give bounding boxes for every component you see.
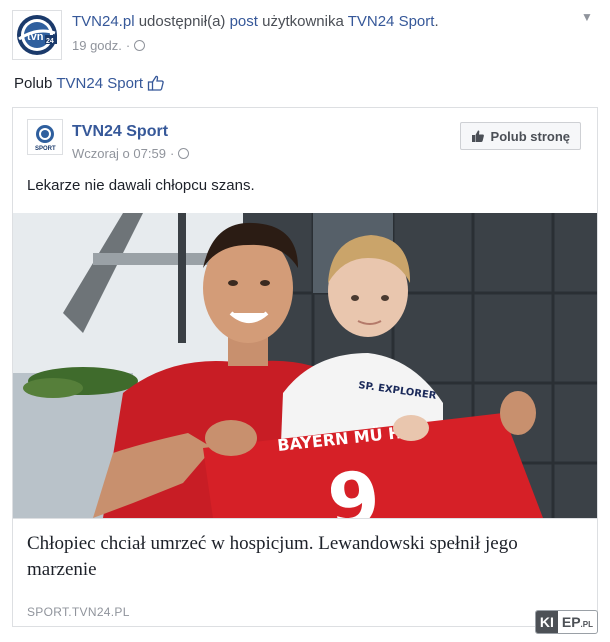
- sport-avatar-label: SPORT: [35, 146, 56, 152]
- shared-page-name[interactable]: TVN24 Sport: [72, 123, 168, 141]
- shared-post-time[interactable]: Wczoraj o 07:59: [72, 146, 166, 161]
- chevron-down-icon[interactable]: ▼: [578, 10, 596, 24]
- kiep-watermark: KI EP.PL: [534, 610, 598, 634]
- link-preview[interactable]: Chłopiec chciał umrzeć w hospicjum. Lewa…: [13, 518, 597, 626]
- svg-text:24: 24: [46, 38, 54, 45]
- article-photo[interactable]: SP. EXPLORER BAYERN MÜ HEN 9: [13, 213, 597, 518]
- user-prefix: użytkownika: [257, 13, 348, 30]
- watermark-suffix: .PL: [580, 620, 593, 629]
- like-page-link[interactable]: TVN24 Sport: [56, 75, 143, 92]
- post-link[interactable]: post: [230, 13, 258, 30]
- svg-text:tvn: tvn: [27, 31, 44, 43]
- thumbs-up-icon: [471, 130, 484, 142]
- lewandowski-photo: SP. EXPLORER BAYERN MÜ HEN 9: [13, 213, 597, 518]
- post-text: Lekarze nie dawali chłopcu szans.: [27, 177, 255, 194]
- watermark-right-text: EP: [561, 614, 581, 630]
- page-name-link[interactable]: TVN24.pl: [72, 13, 135, 30]
- post-time[interactable]: 19 godz.: [72, 38, 122, 53]
- like-page-label: Polub stronę: [490, 128, 570, 144]
- tvn24-avatar[interactable]: tvn 24: [12, 10, 62, 60]
- shared-page-link[interactable]: TVN24 Sport: [348, 13, 435, 30]
- tvn24-sport-logo-icon: SPORT: [35, 125, 56, 152]
- globe-icon: [178, 148, 190, 159]
- article-headline[interactable]: Chłopiec chciał umrzeć w hospicjum. Lewa…: [27, 531, 587, 583]
- feed-post: ▼ tvn 24 TVN24.pl udostępnił(a) post uży…: [0, 0, 610, 642]
- thumbs-up-icon[interactable]: [147, 74, 165, 92]
- trailing-dot: .: [434, 13, 439, 30]
- watermark-left: KI: [535, 611, 558, 633]
- post-header: TVN24.pl udostępnił(a) post użytkownika …: [72, 13, 439, 30]
- watermark-right: EP.PL: [558, 611, 597, 633]
- shared-meta-separator: ·: [169, 146, 175, 161]
- tvn24-logo-icon: tvn 24: [17, 15, 57, 55]
- tvn24-sport-avatar[interactable]: SPORT: [27, 119, 63, 155]
- meta-separator: ·: [125, 38, 131, 53]
- jersey-number: 9: [324, 455, 384, 518]
- shared-post-card: SPORT TVN24 Sport Wczoraj o 07:59 · Polu…: [12, 107, 598, 627]
- globe-icon: [134, 40, 146, 51]
- like-prompt: Polub TVN24 Sport: [14, 74, 165, 92]
- like-page-button[interactable]: Polub stronę: [459, 122, 581, 150]
- post-meta: 19 godz. ·: [72, 38, 146, 53]
- article-domain: SPORT.TVN24.PL: [27, 605, 130, 619]
- shared-post-meta: Wczoraj o 07:59 ·: [72, 146, 190, 161]
- like-prefix: Polub: [14, 74, 53, 92]
- action-text: udostępnił(a): [134, 13, 230, 30]
